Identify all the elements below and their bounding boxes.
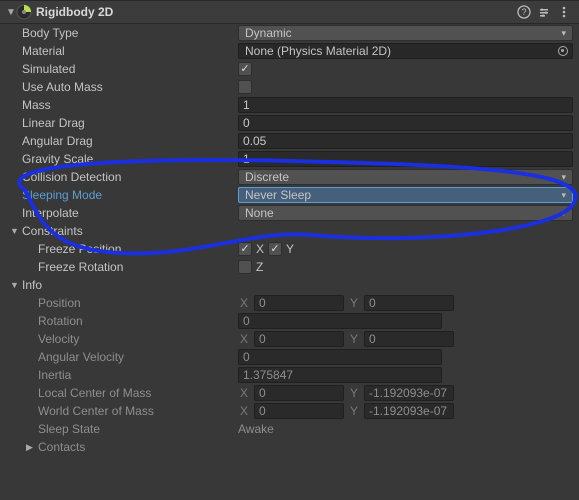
info-inertia-row: Inertia 1.375847: [0, 366, 579, 384]
sleeping-mode-label: Sleeping Mode: [6, 188, 238, 202]
axis-x: X: [238, 386, 250, 400]
rigidbody2d-icon: [16, 4, 32, 20]
chevron-down-icon: ▼: [10, 280, 20, 290]
simulated-checkbox[interactable]: [238, 62, 252, 76]
mass-input[interactable]: 1: [238, 97, 573, 113]
freeze-position-y-checkbox[interactable]: [268, 242, 282, 256]
info-position-label: Position: [6, 296, 238, 310]
material-label: Material: [6, 44, 238, 58]
freeze-position-row: Freeze Position X Y: [0, 240, 579, 258]
gravity-scale-label: Gravity Scale: [6, 152, 238, 166]
info-sleep-state-label: Sleep State: [6, 422, 238, 436]
info-position-row: Position X 0 Y 0: [0, 294, 579, 312]
sleeping-mode-dropdown[interactable]: Never Sleep: [238, 187, 573, 203]
linear-drag-row: Linear Drag 0: [0, 114, 579, 132]
axis-z-label: Z: [256, 260, 263, 274]
info-world-com-row: World Center of Mass X 0 Y -1.192093e-07: [0, 402, 579, 420]
linear-drag-label: Linear Drag: [6, 116, 238, 130]
collision-detection-label: Collision Detection: [6, 170, 238, 184]
gravity-scale-input[interactable]: 1: [238, 151, 573, 167]
freeze-rotation-row: Freeze Rotation Z: [0, 258, 579, 276]
foldout-toggle[interactable]: ▼: [6, 7, 16, 18]
info-contacts-row: ▶Contacts: [0, 438, 579, 456]
info-rotation-label: Rotation: [6, 314, 238, 328]
angular-drag-input[interactable]: 0.05: [238, 133, 573, 149]
object-picker-icon[interactable]: [558, 46, 568, 56]
info-angular-velocity-value: 0: [238, 349, 442, 365]
contacts-foldout[interactable]: ▶Contacts: [6, 440, 85, 454]
info-world-com-label: World Center of Mass: [6, 404, 238, 418]
body-type-row: Body Type Dynamic: [0, 24, 579, 42]
material-row: Material None (Physics Material 2D): [0, 42, 579, 60]
info-sleep-state-row: Sleep State Awake: [0, 420, 579, 438]
preset-icon[interactable]: [535, 3, 553, 21]
sleeping-mode-row: Sleeping Mode Never Sleep: [0, 186, 579, 204]
info-local-com-x: 0: [254, 385, 344, 401]
chevron-down-icon: ▼: [10, 226, 20, 236]
axis-y: Y: [348, 296, 360, 310]
info-inertia-value: 1.375847: [238, 367, 442, 383]
simulated-label: Simulated: [6, 62, 238, 76]
use-auto-mass-row: Use Auto Mass: [0, 78, 579, 96]
gravity-scale-row: Gravity Scale 1: [0, 150, 579, 168]
linear-drag-input[interactable]: 0: [238, 115, 573, 131]
axis-x: X: [238, 332, 250, 346]
info-foldout[interactable]: ▼Info: [6, 278, 42, 292]
info-world-com-y: -1.192093e-07: [364, 403, 454, 419]
axis-x-label: X: [256, 242, 264, 256]
interpolate-label: Interpolate: [6, 206, 238, 220]
info-velocity-row: Velocity X 0 Y 0: [0, 330, 579, 348]
axis-y-label: Y: [286, 242, 294, 256]
collision-detection-dropdown[interactable]: Discrete: [238, 169, 573, 185]
info-velocity-label: Velocity: [6, 332, 238, 346]
info-local-com-label: Local Center of Mass: [6, 386, 238, 400]
body-type-dropdown[interactable]: Dynamic: [238, 25, 573, 41]
chevron-right-icon: ▶: [26, 442, 36, 453]
freeze-rotation-label: Freeze Rotation: [6, 260, 238, 274]
info-angular-velocity-row: Angular Velocity 0: [0, 348, 579, 366]
menu-icon[interactable]: [555, 3, 573, 21]
constraints-foldout[interactable]: ▼Constraints: [6, 224, 83, 238]
use-auto-mass-label: Use Auto Mass: [6, 80, 238, 94]
interpolate-dropdown[interactable]: None: [238, 205, 573, 221]
info-row: ▼Info: [0, 276, 579, 294]
body-type-label: Body Type: [6, 26, 238, 40]
info-local-com-row: Local Center of Mass X 0 Y -1.192093e-07: [0, 384, 579, 402]
info-world-com-x: 0: [254, 403, 344, 419]
constraints-row: ▼Constraints: [0, 222, 579, 240]
info-velocity-y: 0: [364, 331, 454, 347]
freeze-position-label: Freeze Position: [6, 242, 238, 256]
info-velocity-x: 0: [254, 331, 344, 347]
collision-detection-row: Collision Detection Discrete: [0, 168, 579, 186]
info-rotation-row: Rotation 0: [0, 312, 579, 330]
axis-x: X: [238, 296, 250, 310]
interpolate-row: Interpolate None: [0, 204, 579, 222]
axis-y: Y: [348, 332, 360, 346]
freeze-rotation-z-checkbox[interactable]: [238, 260, 252, 274]
freeze-position-x-checkbox[interactable]: [238, 242, 252, 256]
info-sleep-state-value: Awake: [238, 422, 274, 436]
info-angular-velocity-label: Angular Velocity: [6, 350, 238, 364]
axis-x: X: [238, 404, 250, 418]
angular-drag-label: Angular Drag: [6, 134, 238, 148]
info-position-y: 0: [364, 295, 454, 311]
info-position-x: 0: [254, 295, 344, 311]
axis-y: Y: [348, 386, 360, 400]
mass-label: Mass: [6, 98, 238, 112]
component-title: Rigidbody 2D: [36, 5, 113, 19]
mass-row: Mass 1: [0, 96, 579, 114]
angular-drag-row: Angular Drag 0.05: [0, 132, 579, 150]
svg-text:?: ?: [521, 7, 526, 17]
info-inertia-label: Inertia: [6, 368, 238, 382]
simulated-row: Simulated: [0, 60, 579, 78]
help-icon[interactable]: ?: [515, 3, 533, 21]
axis-y: Y: [348, 404, 360, 418]
info-rotation-value: 0: [238, 313, 442, 329]
material-field[interactable]: None (Physics Material 2D): [238, 43, 573, 59]
info-local-com-y: -1.192093e-07: [364, 385, 454, 401]
use-auto-mass-checkbox[interactable]: [238, 80, 252, 94]
component-header[interactable]: ▼ Rigidbody 2D ?: [0, 0, 579, 24]
